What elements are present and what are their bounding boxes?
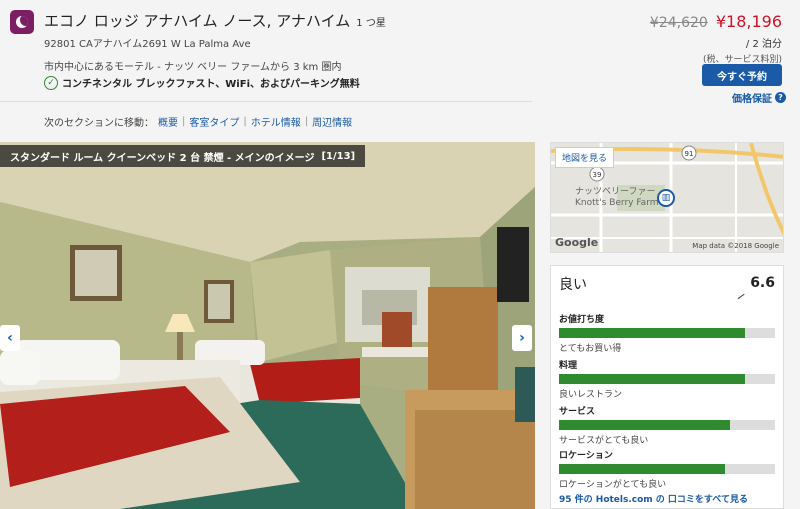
chevron-right-icon: › [519, 330, 525, 346]
nav-link-hotel-info[interactable]: ホテル情報 [251, 114, 301, 129]
photo-counter: [1/13] [321, 150, 356, 162]
rating-category: ロケーション ロケーションがとても良い [559, 448, 777, 490]
nav-link-overview[interactable]: 概要 [158, 114, 178, 129]
rating-category-label: お値打ち度 [559, 315, 605, 325]
rating-category-description: とてもお買い得 [559, 344, 622, 354]
moon-icon [16, 16, 28, 28]
rating-category-label: ロケーション [559, 451, 613, 461]
hotel-name: エコノ ロッジ アナハイム ノース, アナハイム [44, 12, 351, 30]
nights-label: / 2 泊分 [745, 39, 782, 50]
rating-category-description: ロケーションがとても良い [559, 480, 667, 490]
room-photo[interactable] [0, 142, 535, 509]
poi-label-ja: ナッツベリーファー [575, 187, 656, 197]
hotels-logo [10, 10, 34, 34]
location-map[interactable]: 91 39 地図を見る ナッツベリーファー Knott's Berry Farm… [550, 142, 784, 253]
original-price: ¥24,620 [649, 15, 708, 31]
rating-bar-fill [559, 420, 730, 430]
location-note: 市内中心にあるモーテル - ナッツ ベリー ファームから 3 km 圏内 [44, 62, 342, 73]
rating-category-description: 良いレストラン [559, 390, 623, 400]
poi-label-en: Knott's Berry Farm [575, 198, 659, 208]
nav-link-nearby[interactable]: 周辺情報 [312, 114, 352, 129]
rating-category: 料理 良いレストラン [559, 358, 777, 400]
rating-bar [559, 464, 775, 474]
rating-category: サービス サービスがとても良い [559, 404, 777, 446]
rating-bar-fill [559, 464, 726, 474]
guest-ratings-panel: 良い 6.6 お値打ち度 とてもお買い得 料理 良いレストラン サービス サービ… [550, 265, 784, 509]
rating-category-label: 料理 [559, 361, 578, 371]
rating-bar [559, 374, 775, 384]
amenities-text: コンチネンタル ブレックファスト、WiFi、およびパーキング無料 [62, 79, 360, 90]
highway-91-label: 91 [685, 150, 694, 158]
nav-separator: | [304, 116, 309, 127]
map-credit: Map data ©2018 Google [692, 242, 779, 250]
star-rating: 1 つ星 [356, 18, 386, 29]
amenities-line: ✓ コンチネンタル ブレックファスト、WiFi、およびパーキング無料 [44, 75, 360, 90]
rating-divider-mark [737, 293, 745, 300]
check-icon: ✓ [44, 75, 58, 90]
chevron-left-icon: ‹ [7, 330, 13, 346]
rating-bar-fill [559, 328, 745, 338]
nav-link-room-types[interactable]: 客室タイプ [189, 114, 239, 129]
nav-separator: | [243, 116, 247, 127]
rating-category-description: サービスがとても良い [559, 436, 649, 446]
photo-caption: スタンダード ルーム クイーンベッド 2 台 禁煙 - メインのイメージ [1/… [0, 145, 366, 167]
hotel-title: エコノ ロッジ アナハイム ノース, アナハイム 1 つ星 [44, 10, 386, 31]
hotel-pin-icon[interactable]: ▥ [657, 189, 675, 207]
poi-label: ナッツベリーファー Knott's Berry Farm [575, 187, 659, 209]
nav-separator: | [182, 116, 186, 127]
room-photo-image [0, 142, 535, 509]
photo-caption-text: スタンダード ルーム クイーンベッド 2 台 禁煙 - メインのイメージ [10, 152, 315, 164]
price-guarantee-label: 価格保証 [732, 94, 772, 105]
rating-bar [559, 328, 775, 338]
rating-bar [559, 420, 775, 430]
overall-rating-label: 良い [559, 277, 587, 293]
price-guarantee-link[interactable]: 価格保証 ? [732, 90, 786, 105]
sale-price: ¥18,196 [715, 12, 782, 31]
info-icon: ? [775, 92, 786, 103]
rating-category-label: サービス [559, 407, 596, 417]
highway-39-label: 39 [593, 171, 602, 179]
google-logo: Google [555, 236, 599, 249]
overall-rating-score: 6.6 [750, 275, 775, 291]
photo-prev-button[interactable]: ‹ [0, 325, 20, 351]
view-map-button[interactable]: 地図を見る [555, 147, 615, 168]
hotel-address: 92801 CAアナハイム2691 W La Palma Ave [44, 39, 251, 50]
rating-category: お値打ち度 とてもお買い得 [559, 312, 777, 354]
section-nav-label: 次のセクションに移動： [44, 118, 154, 129]
photo-next-button[interactable]: › [512, 325, 532, 351]
section-nav: 次のセクションに移動： 概要 | 客室タイプ | ホテル情報 | 周辺情報 [44, 114, 352, 129]
all-reviews-link[interactable]: 95 件の Hotels.com の 口コミをすべて見る [559, 492, 748, 505]
book-now-button[interactable]: 今すぐ予約 [702, 64, 782, 86]
price-box: ¥24,620 ¥18,196 / 2 泊分 (税、サービス料別) [650, 12, 782, 65]
header-divider [0, 101, 532, 102]
rating-bar-fill [559, 374, 745, 384]
